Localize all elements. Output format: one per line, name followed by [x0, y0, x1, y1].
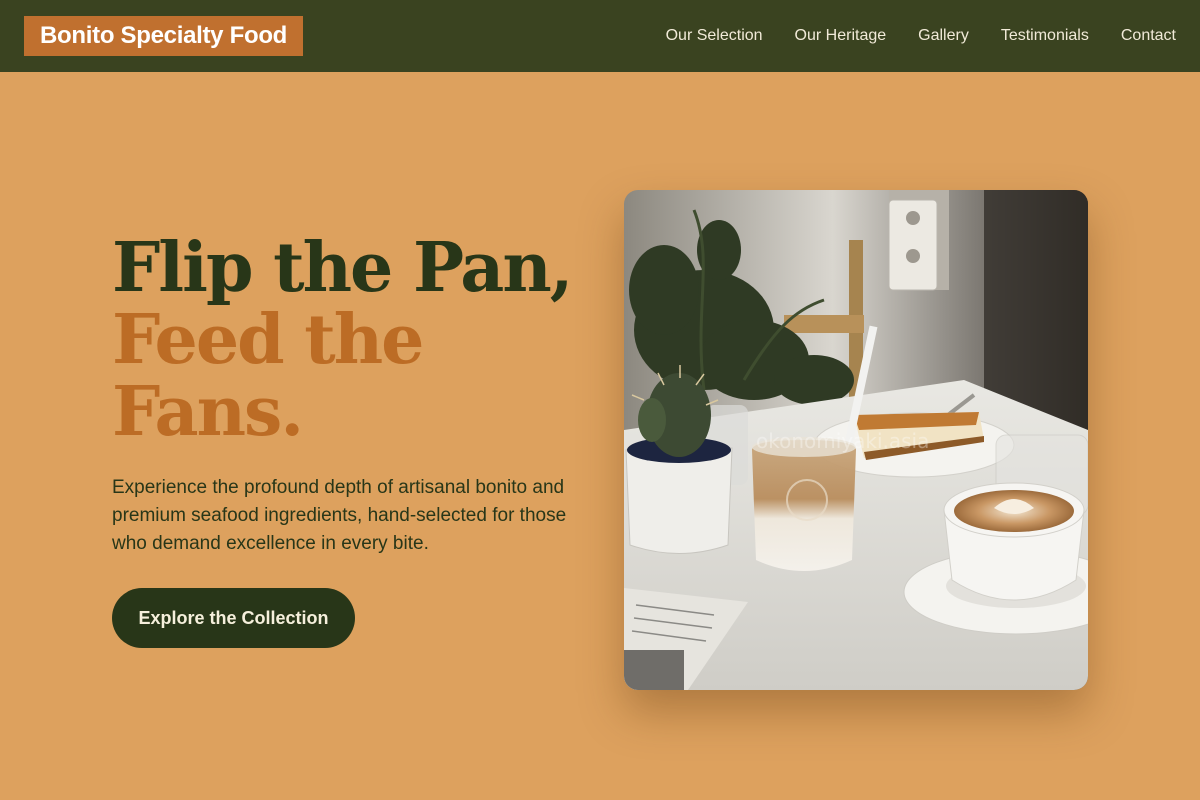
image-watermark: okonomiyaki.asia	[756, 429, 929, 453]
nav-link-our-heritage[interactable]: Our Heritage	[795, 27, 887, 44]
nav-link-our-selection[interactable]: Our Selection	[666, 27, 763, 44]
main-nav: Our Selection Our Heritage Gallery Testi…	[634, 0, 1176, 72]
site-header: Bonito Specialty Food Our Selection Our …	[0, 0, 1200, 72]
hero-image: okonomiyaki.asia	[624, 190, 1088, 690]
nav-link-testimonials[interactable]: Testimonials	[1001, 27, 1089, 44]
cafe-table-photo: okonomiyaki.asia	[624, 190, 1088, 690]
nav-item-our-selection: Our Selection	[666, 27, 763, 45]
nav-link-contact[interactable]: Contact	[1121, 27, 1176, 44]
brand-name: Bonito Specialty Food	[40, 22, 288, 49]
explore-collection-button[interactable]: Explore the Collection	[112, 588, 355, 648]
hero-title-line-1: Flip the Pan,	[112, 228, 573, 308]
nav-link-gallery[interactable]: Gallery	[918, 27, 969, 44]
hero-title: Flip the Pan, Feed the Fans.	[112, 232, 582, 448]
brand-logo[interactable]: Bonito Specialty Food	[24, 16, 304, 56]
nav-item-testimonials: Testimonials	[1001, 27, 1089, 45]
hero-description: Experience the profound depth of artisan…	[112, 477, 567, 554]
nav-item-our-heritage: Our Heritage	[795, 27, 887, 45]
hero-title-line-2: Feed the Fans.	[112, 300, 424, 452]
nav-item-contact: Contact	[1121, 27, 1176, 45]
nav-item-gallery: Gallery	[918, 27, 969, 45]
